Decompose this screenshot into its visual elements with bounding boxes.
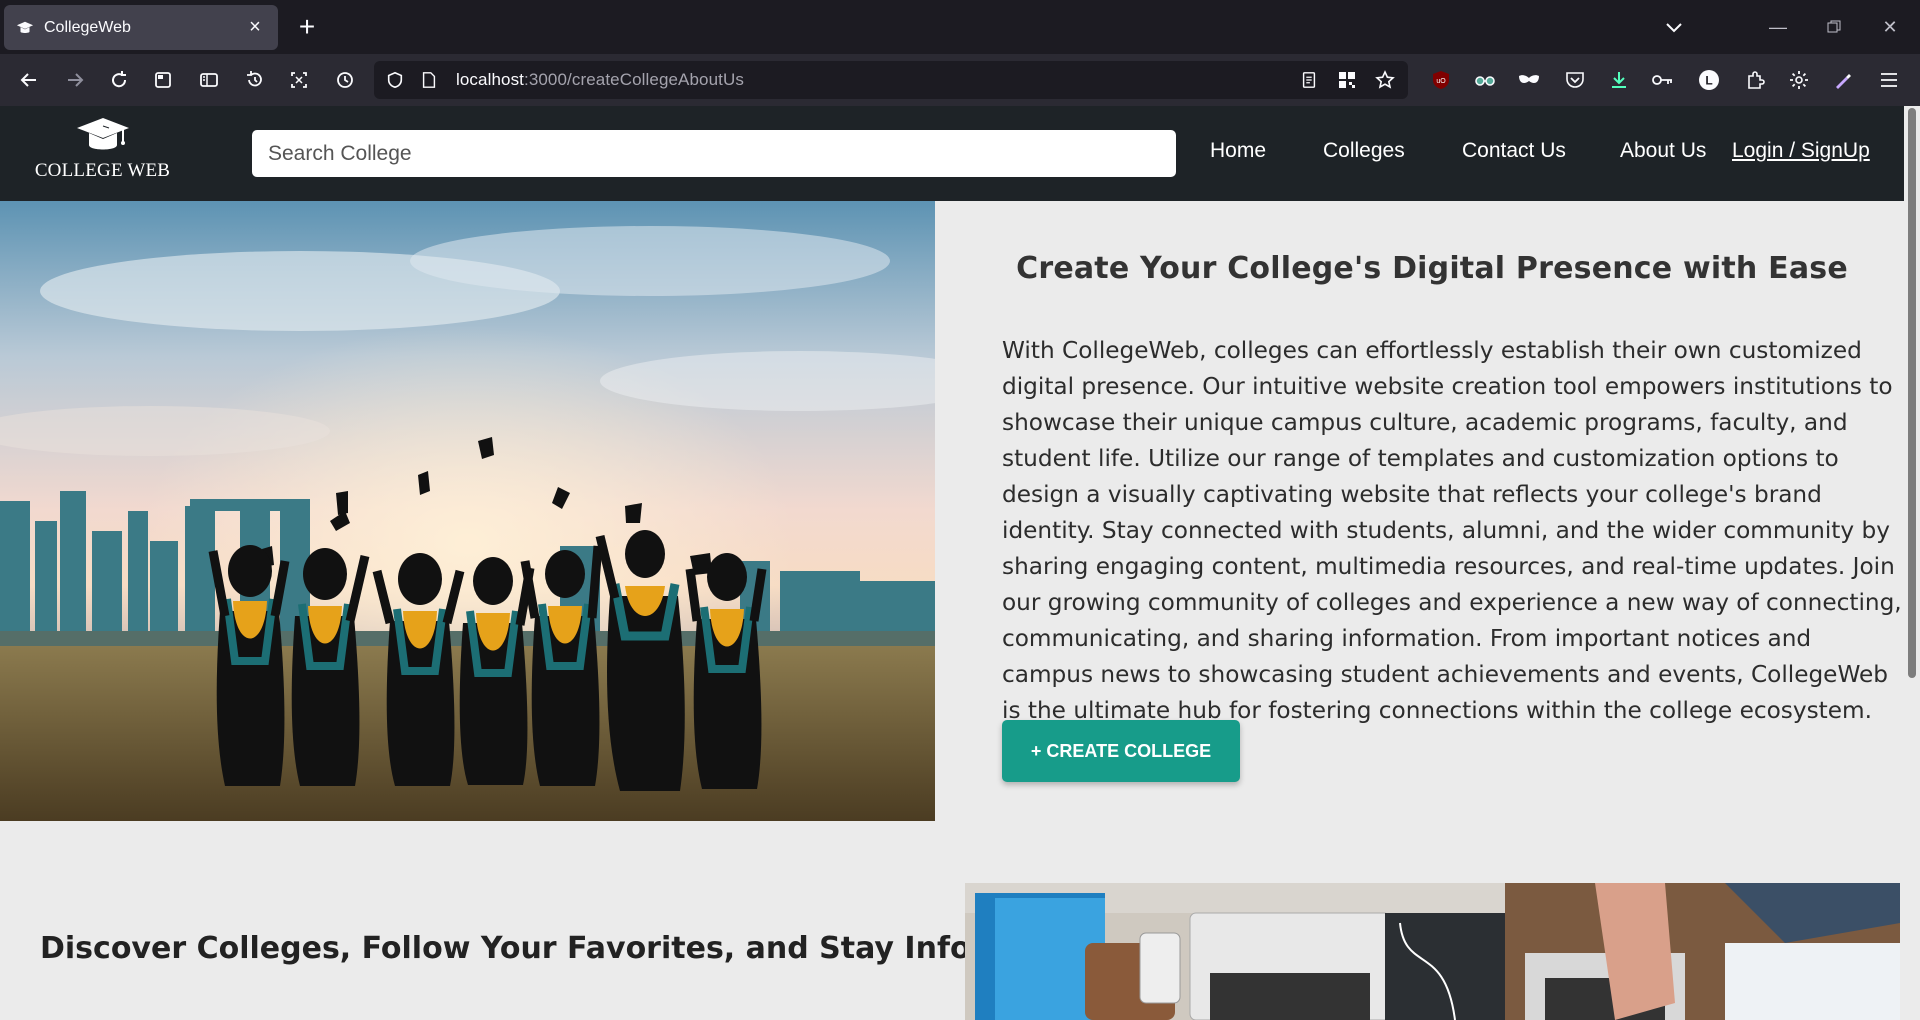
extension-glasses-icon[interactable] <box>1468 63 1502 97</box>
url-path: :3000/createCollegeAboutUs <box>524 70 744 89</box>
ublock-origin-icon[interactable]: uO <box>1424 63 1458 97</box>
reload-icon[interactable] <box>102 63 136 97</box>
firefox-view-icon[interactable] <box>146 63 180 97</box>
extension-l-avatar-icon[interactable]: L <box>1692 63 1726 97</box>
extension-mask-icon[interactable] <box>1512 63 1546 97</box>
graduation-cap-favicon-icon <box>16 19 34 37</box>
discover-section-title: Discover Colleges, Follow Your Favorites… <box>40 931 1059 966</box>
screenshot-icon[interactable] <box>282 63 316 97</box>
sidebar-icon[interactable] <box>192 63 226 97</box>
tab-close-icon[interactable]: × <box>244 16 266 39</box>
color-picker-pen-icon[interactable] <box>1826 63 1860 97</box>
history-restore-icon[interactable] <box>238 63 272 97</box>
qr-code-icon[interactable] <box>1330 63 1364 97</box>
password-key-icon[interactable] <box>1646 63 1680 97</box>
scrollbar-thumb[interactable] <box>1908 108 1916 678</box>
logo-text: COLLEGE WEB <box>34 160 171 181</box>
downloads-icon[interactable] <box>1602 63 1636 97</box>
nav-about-link[interactable]: About Us <box>1620 139 1706 163</box>
reader-view-icon[interactable] <box>1292 63 1326 97</box>
page-scrollbar[interactable] <box>1904 106 1920 1020</box>
bookmark-star-icon[interactable] <box>1368 63 1402 97</box>
page-info-icon[interactable] <box>412 63 446 97</box>
hero-title: Create Your College's Digital Presence w… <box>1016 251 1848 286</box>
hero-description: With CollegeWeb, colleges can effortless… <box>1002 337 1902 724</box>
tab-title: CollegeWeb <box>44 18 131 36</box>
url-host: localhost <box>456 70 524 89</box>
nav-contact-link[interactable]: Contact Us <box>1462 139 1566 163</box>
svg-text:uO: uO <box>1436 78 1446 85</box>
back-arrow-icon[interactable] <box>12 63 46 97</box>
browser-tab-strip: CollegeWeb × + — ✕ <box>0 0 1920 54</box>
site-header: COLLEGE WEB Home Colleges Contact Us Abo… <box>0 106 1904 201</box>
forward-arrow-icon[interactable] <box>58 63 92 97</box>
restore-window-icon[interactable] <box>1814 12 1854 42</box>
svg-text:L: L <box>1705 74 1712 88</box>
search-college-input[interactable] <box>252 130 1176 177</box>
app-menu-hamburger-icon[interactable] <box>1872 63 1906 97</box>
desk-workspace-image <box>965 883 1900 1020</box>
address-bar[interactable]: localhost:3000/createCollegeAboutUs <box>374 61 1408 99</box>
nav-colleges-link[interactable]: Colleges <box>1323 139 1405 163</box>
graduation-hero-image <box>0 201 935 821</box>
pocket-icon[interactable] <box>1558 63 1592 97</box>
graduation-cap-logo-icon <box>76 118 129 150</box>
list-all-tabs-chevron-icon[interactable] <box>1660 14 1688 42</box>
page-viewport: COLLEGE WEB Home Colleges Contact Us Abo… <box>0 106 1920 1020</box>
close-window-icon[interactable]: ✕ <box>1870 12 1910 42</box>
new-tab-icon[interactable]: + <box>292 11 322 42</box>
tracking-protection-shield-icon[interactable] <box>378 63 412 97</box>
browser-navigation-toolbar: localhost:3000/createCollegeAboutUs uO L <box>0 54 1920 106</box>
college-web-logo[interactable]: COLLEGE WEB <box>30 116 175 192</box>
settings-gear-icon[interactable] <box>1782 63 1816 97</box>
nav-login-signup-link[interactable]: Login / SignUp <box>1732 139 1870 163</box>
create-college-button[interactable]: + CREATE COLLEGE <box>1002 720 1240 782</box>
minimize-window-icon[interactable]: — <box>1758 12 1798 42</box>
url-text[interactable]: localhost:3000/createCollegeAboutUs <box>456 70 744 90</box>
history-clock-icon[interactable] <box>328 63 362 97</box>
browser-tab-active[interactable]: CollegeWeb × <box>4 5 278 50</box>
nav-home-link[interactable]: Home <box>1210 139 1266 163</box>
extensions-puzzle-icon[interactable] <box>1738 63 1772 97</box>
